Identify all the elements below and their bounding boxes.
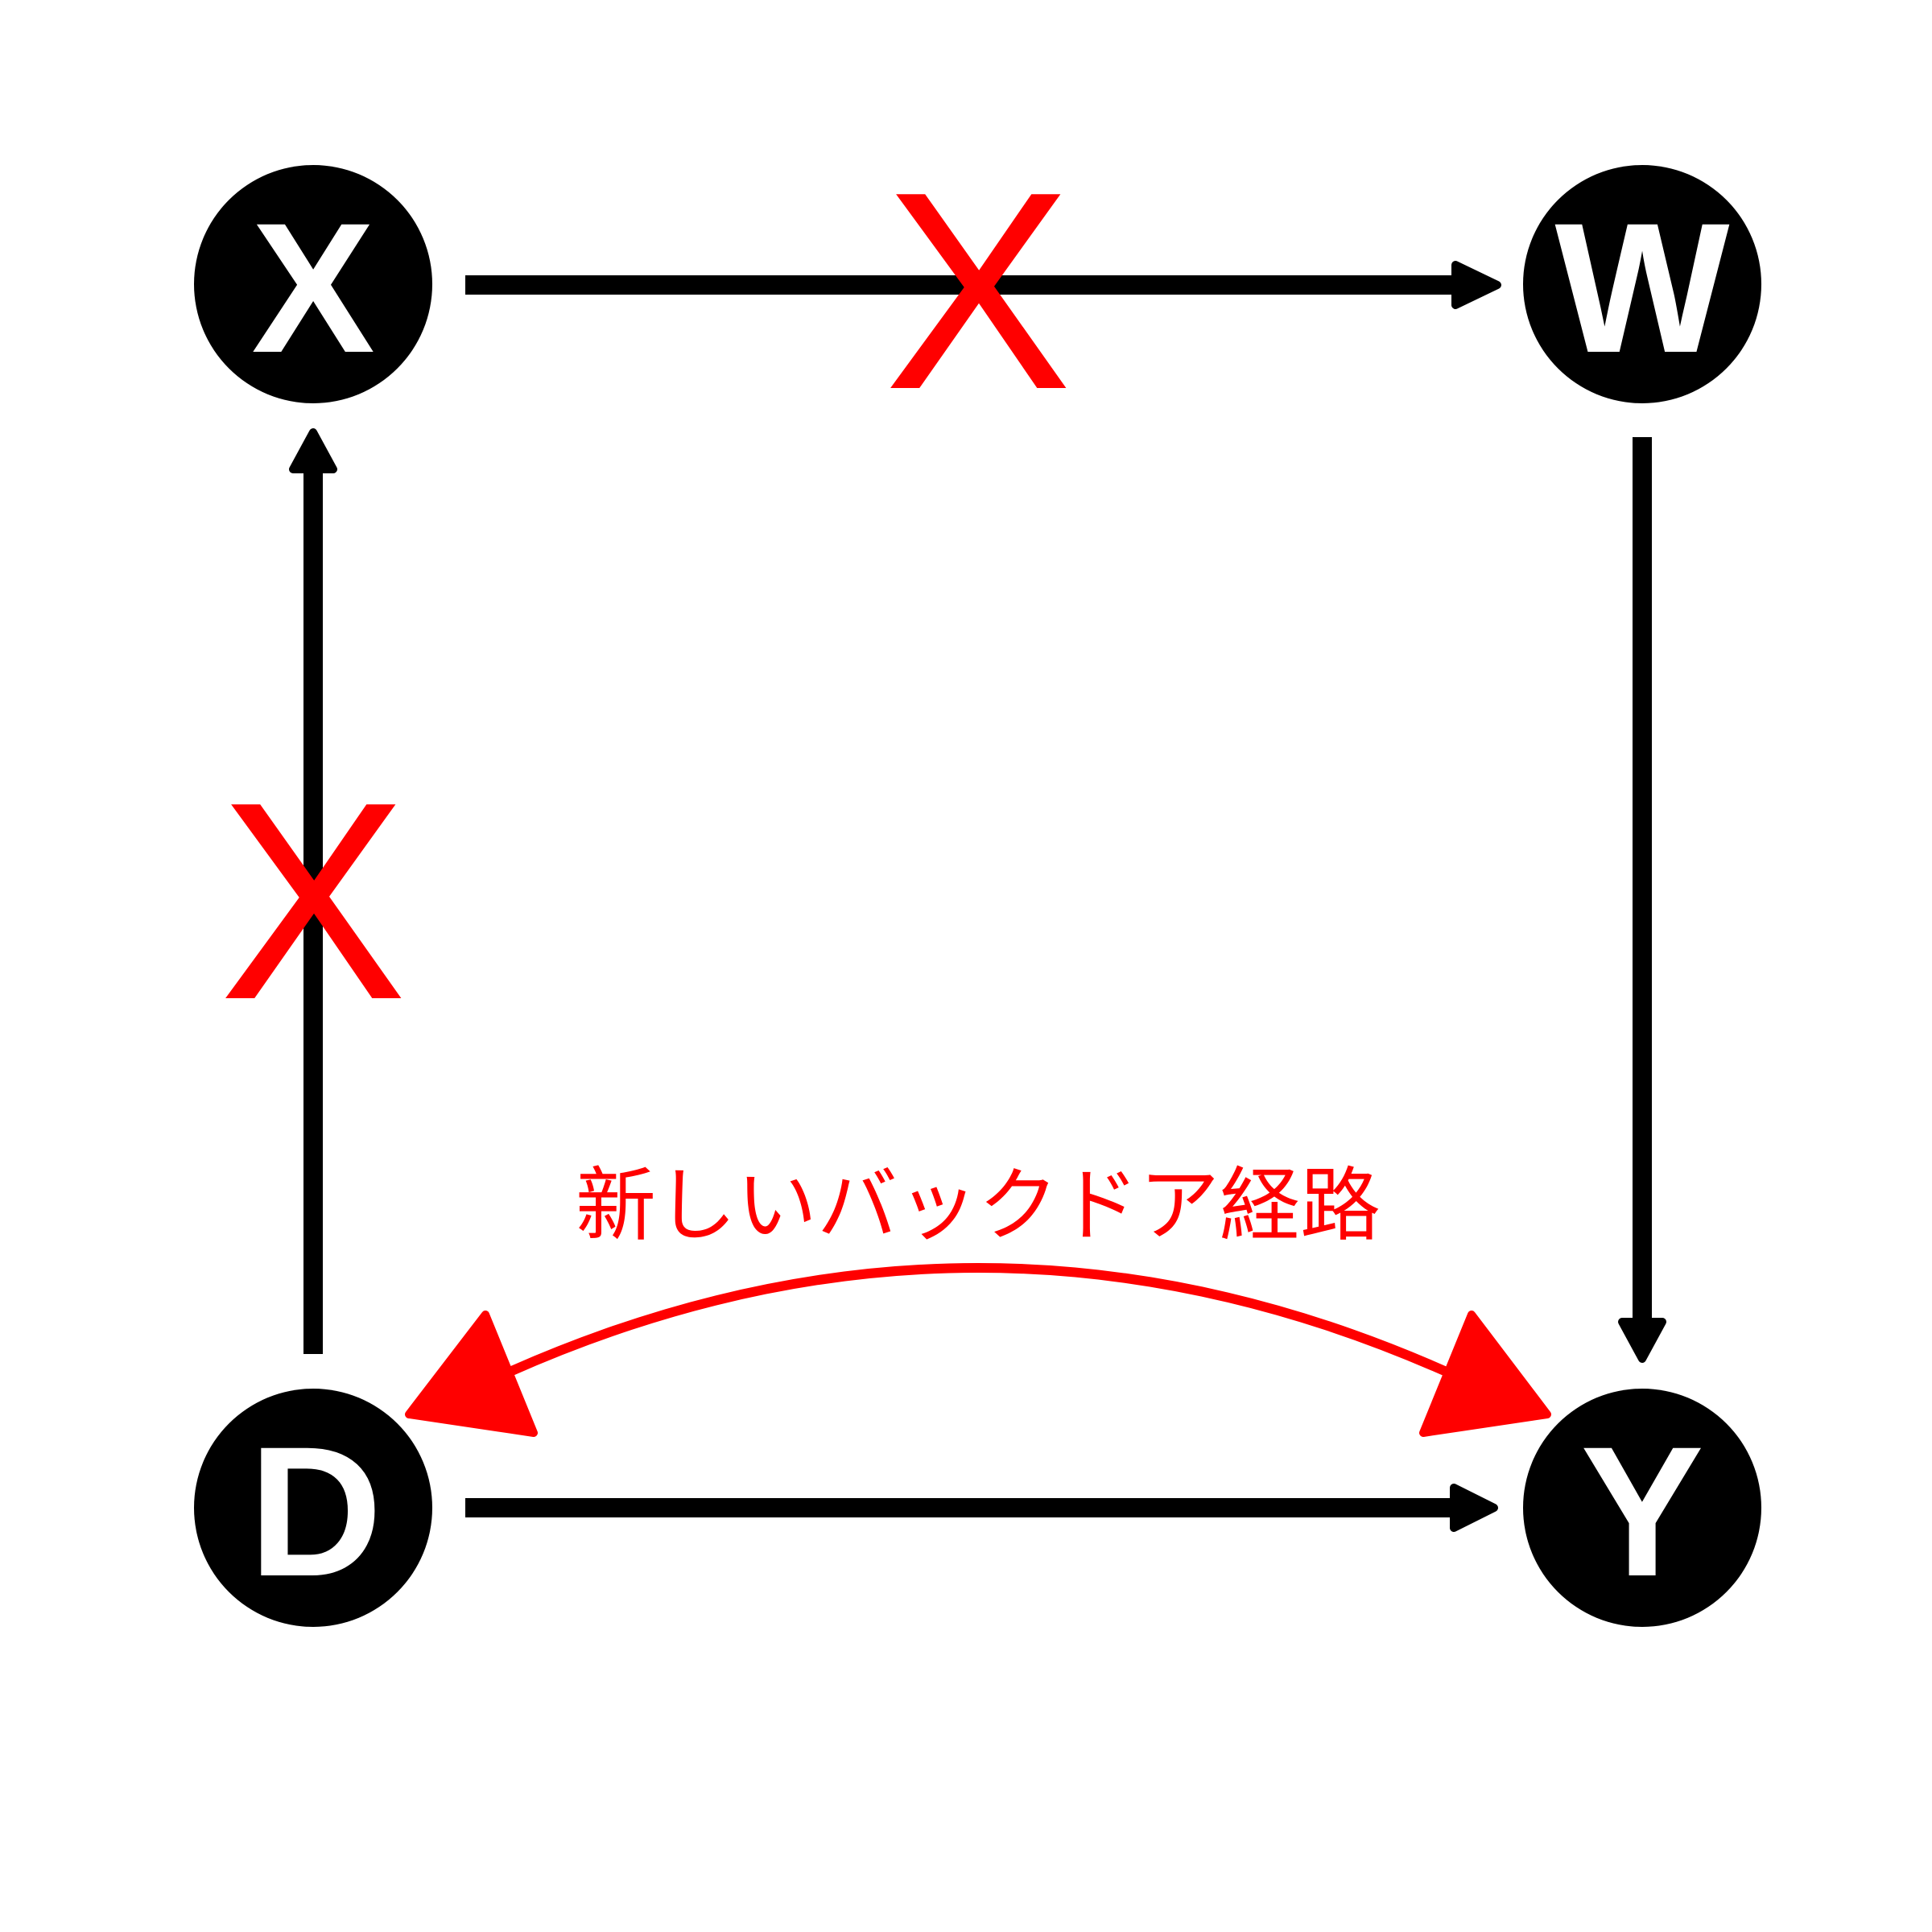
backdoor-path: [405, 1263, 1551, 1437]
node-x-label: X: [251, 184, 374, 391]
node-w-label: W: [1554, 184, 1729, 391]
causal-diagram: X W D Y X X 新しいバックドア経路: [194, 134, 1761, 1627]
removed-mark-x-to-w: X: [884, 134, 1071, 448]
node-y: Y: [1523, 1389, 1761, 1627]
arrowhead-x-to-w: [1451, 261, 1501, 309]
edge-w-to-y: [1618, 437, 1666, 1363]
node-y-label: Y: [1580, 1408, 1703, 1615]
backdoor-label: 新しいバックドア経路: [576, 1158, 1381, 1253]
edge-d-to-y: [465, 1484, 1498, 1532]
node-w: W: [1523, 165, 1761, 403]
arrowhead-w-to-y: [1618, 1318, 1666, 1363]
removed-mark-d-to-x: X: [219, 744, 407, 1059]
backdoor-curve: [497, 1263, 1459, 1381]
arrowhead-d-to-y: [1450, 1484, 1498, 1532]
node-d: D: [194, 1389, 432, 1627]
node-d-label: D: [249, 1408, 382, 1615]
arrowhead-d-to-x: [289, 428, 337, 473]
node-x: X: [194, 165, 432, 403]
